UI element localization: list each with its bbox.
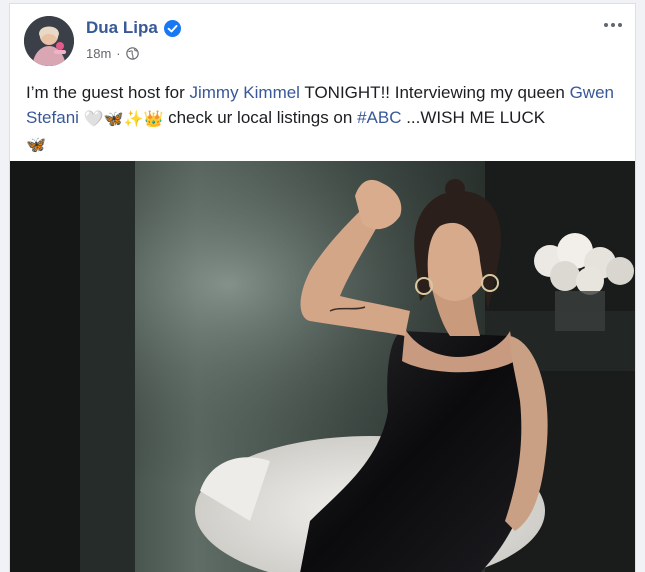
more-dot-icon — [604, 23, 608, 27]
author-line: Dua Lipa — [86, 18, 181, 38]
mention-jimmy-kimmel[interactable]: Jimmy Kimmel — [189, 83, 300, 102]
post-text-segment: I’m the guest host for — [26, 83, 190, 102]
post-text-segment: TONIGHT!! Interviewing my queen — [299, 83, 570, 102]
post-text-segment: check ur local listings on — [163, 108, 358, 127]
more-options-button[interactable] — [601, 16, 625, 34]
post-timestamp[interactable]: 18m — [86, 46, 111, 61]
more-dot-icon — [618, 23, 622, 27]
avatar[interactable] — [24, 16, 74, 66]
meta-separator: · — [116, 46, 121, 61]
post-header: Dua Lipa 18m · — [10, 4, 635, 66]
emoji-group: 🤍🦋✨👑 — [83, 109, 164, 128]
verified-badge-icon — [163, 19, 181, 37]
more-dot-icon — [611, 23, 615, 27]
post-meta: 18m · — [86, 46, 139, 61]
butterfly-emoji: 🦋 — [26, 135, 46, 154]
globe-icon[interactable] — [125, 47, 139, 60]
author-name[interactable]: Dua Lipa — [86, 18, 158, 38]
post-card: Dua Lipa 18m · I’m the guest host for Ji… — [9, 3, 636, 572]
photo-image — [10, 161, 635, 572]
post-photo[interactable] — [10, 161, 635, 572]
post-text-segment: ...WISH ME LUCK — [401, 108, 546, 127]
post-text: I’m the guest host for Jimmy Kimmel TONI… — [26, 80, 626, 157]
hashtag-abc[interactable]: #ABC — [357, 108, 401, 127]
avatar-image — [24, 16, 74, 66]
